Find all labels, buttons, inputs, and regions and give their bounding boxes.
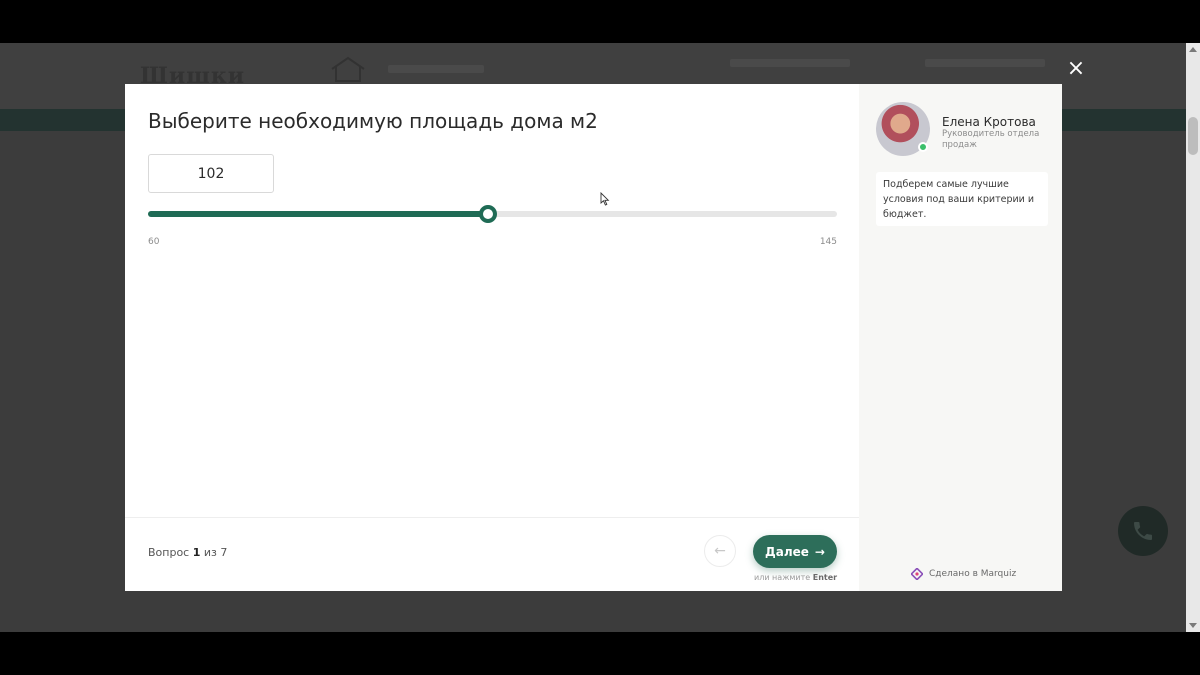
scroll-down-arrow[interactable] xyxy=(1189,623,1197,628)
marquiz-branding[interactable]: Сделано в Marquiz xyxy=(911,568,1016,580)
phone-icon xyxy=(1134,522,1152,540)
slider-thumb[interactable] xyxy=(479,205,498,223)
quiz-modal: Выберите необходимую площадь дома м2 60 … xyxy=(125,84,1062,591)
area-slider[interactable] xyxy=(148,204,837,224)
question-progress: Вопрос 1 из 7 xyxy=(148,546,227,559)
slider-fill xyxy=(148,211,489,217)
quiz-main-panel: Выберите необходимую площадь дома м2 60 … xyxy=(125,84,859,591)
slider-max-label: 145 xyxy=(819,237,837,247)
marquiz-logo-icon xyxy=(911,568,923,580)
screen: Шишки × Выберите необходимую площадь дом… xyxy=(0,0,1200,675)
progress-total: 7 xyxy=(220,546,228,559)
enter-hint: или нажмите Enter xyxy=(754,573,837,582)
manager-sidebar: Елена Кротова Руководитель отдела продаж… xyxy=(859,84,1062,591)
slider-min-label: 60 xyxy=(148,237,160,247)
made-in-text: Сделано в Marquiz xyxy=(929,569,1017,579)
manager-message: Подберем самые лучшие условия под ваши к… xyxy=(876,172,1048,226)
scrollbar-thumb[interactable] xyxy=(1188,117,1198,155)
quiz-footer: Вопрос 1 из 7 ← Далее → или нажмите Ente… xyxy=(125,517,859,591)
manager-name: Елена Кротова xyxy=(942,115,1036,129)
progress-middle: из xyxy=(203,546,217,559)
header-blur-text xyxy=(388,65,484,73)
arrow-left-icon: ← xyxy=(714,543,726,559)
next-button-label: Далее xyxy=(765,544,809,559)
next-button[interactable]: Далее → xyxy=(753,535,837,568)
area-input[interactable] xyxy=(148,154,274,193)
progress-prefix: Вопрос xyxy=(148,546,190,559)
scroll-up-arrow[interactable] xyxy=(1189,47,1197,52)
header-blur-text xyxy=(925,59,1045,67)
back-button[interactable]: ← xyxy=(704,535,736,567)
progress-current: 1 xyxy=(192,546,201,559)
cursor-icon xyxy=(600,192,610,206)
manager-role: Руководитель отдела продаж xyxy=(942,129,1040,150)
enter-hint-key: Enter xyxy=(812,573,838,582)
question-title: Выберите необходимую площадь дома м2 xyxy=(148,109,598,133)
header-blur-text xyxy=(730,59,850,67)
house-icon xyxy=(331,56,365,82)
close-icon[interactable]: × xyxy=(1066,58,1086,80)
arrow-right-icon: → xyxy=(814,544,825,559)
page-scrollbar[interactable] xyxy=(1186,43,1200,632)
enter-hint-prefix: или нажмите xyxy=(754,573,811,582)
online-status-dot xyxy=(918,142,928,152)
phone-call-button[interactable] xyxy=(1118,506,1168,556)
